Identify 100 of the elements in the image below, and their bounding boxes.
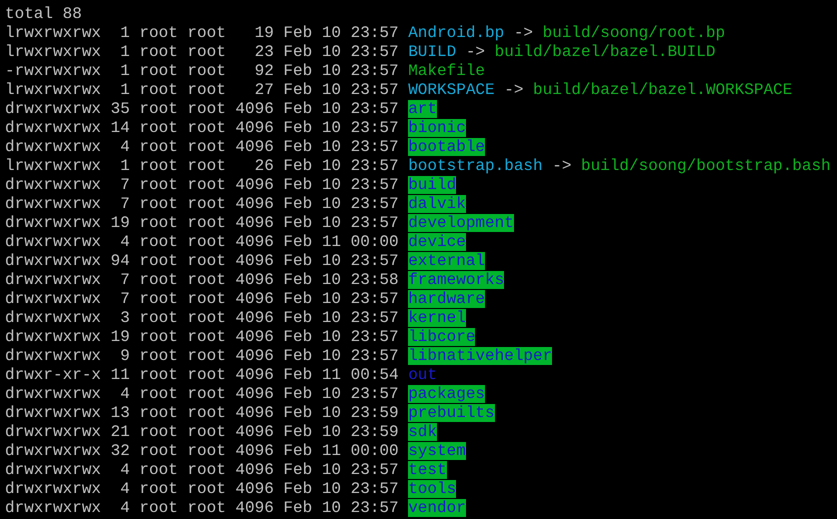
owner-text: root [139,422,178,440]
size-text: 19 [254,24,274,42]
time-text: 23:57 [350,252,399,270]
size-text: 23 [254,42,274,60]
date-text: Feb 10 [283,460,342,478]
owner-text: root [139,62,178,80]
owner-text: root [139,214,178,232]
file-name: system [408,442,466,460]
time-text: 23:59 [350,422,399,440]
owner-text: root [139,480,178,498]
date-text: Feb 10 [283,100,342,118]
group-text: root [187,498,226,516]
date-text: Feb 10 [283,214,342,232]
time-text: 23:57 [350,214,399,232]
date-text: Feb 10 [283,404,342,422]
date-text: Feb 10 [283,156,342,174]
time-text: 00:00 [350,442,399,460]
arrow-text: -> [466,42,486,60]
date-text: Feb 10 [283,194,342,212]
size-text: 4096 [235,308,274,326]
size-text: 4096 [235,194,274,212]
time-text: 23:57 [350,156,399,174]
file-name: packages [408,384,486,402]
owner-text: root [139,24,178,42]
permissions-text: -rwxrwxrwx [5,62,102,80]
owner-text: root [139,384,178,402]
link-count: 21 [110,422,130,440]
file-name: libcore [408,328,476,346]
file-name: hardware [408,290,486,308]
owner-text: root [139,252,178,270]
size-text: 27 [254,80,274,98]
file-name: bootstrap.bash [408,156,543,174]
time-text: 23:57 [350,498,399,516]
time-text: 23:59 [350,404,399,422]
size-text: 4096 [235,176,274,194]
permissions-text: drwxrwxrwx [5,422,102,440]
group-text: root [187,156,226,174]
date-text: Feb 10 [283,498,342,516]
time-text: 23:57 [350,42,399,60]
link-count: 4 [119,232,130,250]
permissions-text: drwxrwxrwx [5,480,102,498]
permissions-text: drwxrwxrwx [5,328,102,346]
file-name: WORKSPACE [408,80,495,98]
file-name: frameworks [408,270,504,288]
link-target: build/bazel/bazel.WORKSPACE [533,80,792,98]
size-text: 4096 [235,498,274,516]
owner-text: root [139,232,178,250]
owner-text: root [139,176,178,194]
link-count: 1 [119,62,130,80]
time-text: 23:57 [350,460,399,478]
size-text: 4096 [235,214,274,232]
link-count: 1 [119,42,130,60]
time-text: 23:57 [350,328,399,346]
link-count: 4 [119,384,130,402]
file-name: build [408,176,456,194]
group-text: root [187,232,226,250]
size-text: 4096 [235,346,274,364]
file-name: bootable [408,138,486,156]
size-text: 4096 [235,460,274,478]
group-text: root [187,176,226,194]
file-name: Android.bp [408,24,504,42]
group-text: root [187,366,226,384]
group-text: root [187,80,226,98]
file-name: dalvik [408,194,466,212]
permissions-text: drwxrwxrwx [5,194,102,212]
date-text: Feb 10 [283,270,342,288]
time-text: 23:57 [350,308,399,326]
size-text: 4096 [235,422,274,440]
group-text: root [187,24,226,42]
time-text: 23:57 [350,24,399,42]
size-text: 4096 [235,328,274,346]
group-text: root [187,422,226,440]
link-count: 35 [110,100,130,118]
date-text: Feb 10 [283,118,342,136]
permissions-text: drwxr-xr-x [5,366,102,384]
file-name: external [408,252,486,270]
link-count: 11 [110,366,130,384]
owner-text: root [139,118,178,136]
time-text: 00:00 [350,232,399,250]
permissions-text: drwxrwxrwx [5,460,102,478]
date-text: Feb 10 [283,252,342,270]
date-text: Feb 11 [283,366,342,384]
file-name: out [408,366,438,384]
link-count: 7 [119,290,130,308]
permissions-text: drwxrwxrwx [5,404,102,422]
size-text: 92 [254,62,274,80]
link-count: 7 [119,194,130,212]
time-text: 23:57 [350,480,399,498]
file-name: art [408,100,438,118]
owner-text: root [139,498,178,516]
link-count: 1 [119,156,130,174]
link-count: 32 [110,442,130,460]
group-text: root [187,346,226,364]
group-text: root [187,194,226,212]
owner-text: root [139,80,178,98]
permissions-text: drwxrwxrwx [5,214,102,232]
time-text: 23:57 [350,290,399,308]
permissions-text: lrwxrwxrwx [5,156,102,174]
time-text: 23:58 [350,270,399,288]
link-count: 9 [119,346,130,364]
